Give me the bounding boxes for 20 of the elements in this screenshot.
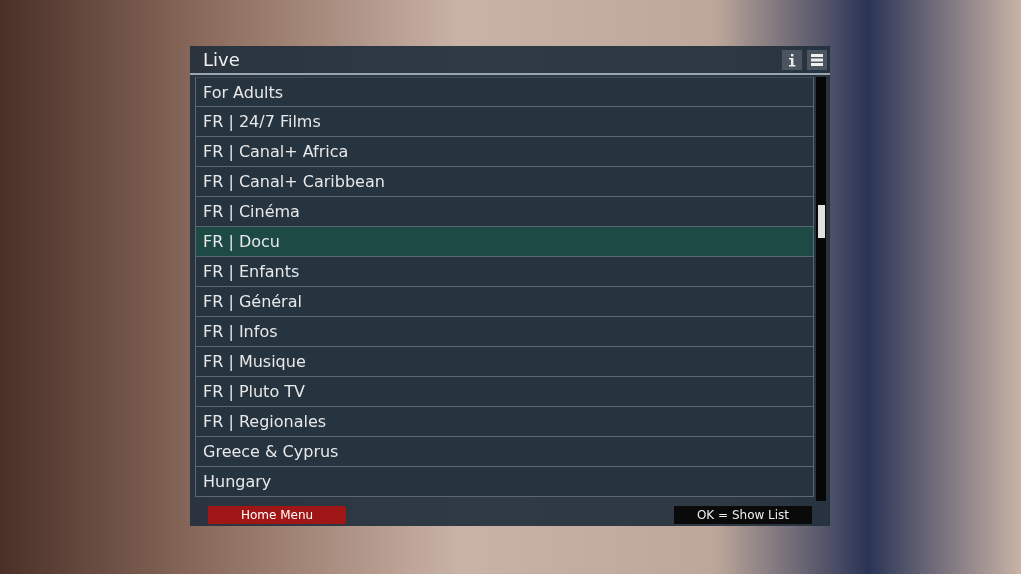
channel-group-item[interactable]: FR | Enfants — [195, 257, 814, 287]
window-title: Live — [203, 49, 240, 70]
channel-group-item[interactable]: FR | 24/7 Films — [195, 107, 814, 137]
channel-group-item[interactable]: FR | Canal+ Caribbean — [195, 167, 814, 197]
channel-group-item[interactable]: FR | Cinéma — [195, 197, 814, 227]
channel-group-item[interactable]: Greece & Cyprus — [195, 437, 814, 467]
info-icon[interactable] — [782, 49, 802, 70]
ok-hint-label: OK = Show List — [674, 506, 812, 524]
scrollbar[interactable] — [816, 77, 826, 501]
channel-group-item[interactable]: For Adults — [195, 77, 814, 107]
channel-group-item[interactable]: FR | Musique — [195, 347, 814, 377]
channel-group-item[interactable]: FR | Docu — [195, 227, 814, 257]
home-menu-button[interactable]: Home Menu — [208, 506, 346, 524]
channel-group-item[interactable]: Hungary — [195, 467, 814, 497]
menu-icon[interactable] — [807, 49, 827, 70]
channel-group-item[interactable]: FR | Canal+ Africa — [195, 137, 814, 167]
channel-group-item[interactable]: FR | Regionales — [195, 407, 814, 437]
channel-group-item[interactable]: FR | Général — [195, 287, 814, 317]
channel-group-item[interactable]: FR | Pluto TV — [195, 377, 814, 407]
channel-group-item[interactable]: FR | Infos — [195, 317, 814, 347]
